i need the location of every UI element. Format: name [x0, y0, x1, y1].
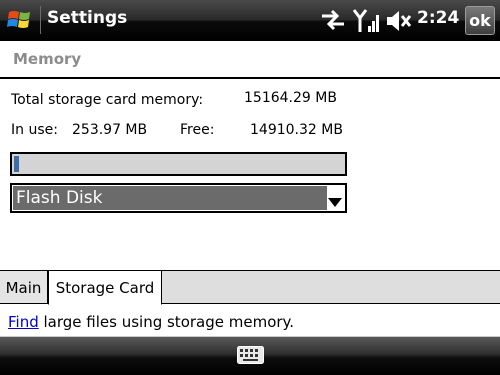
tab-main[interactable]: Main	[0, 270, 48, 304]
find-files-line: Find large files using storage memory.	[8, 313, 294, 331]
window-title: Settings	[47, 8, 128, 28]
storage-select-value: Flash Disk	[13, 186, 327, 210]
page-title: Memory	[13, 50, 82, 68]
speaker-icon[interactable]	[384, 8, 412, 38]
storage-select[interactable]: Flash Disk	[10, 183, 347, 213]
in-use-label: In use:	[11, 122, 58, 138]
tab-storage-card[interactable]: Storage Card	[48, 270, 162, 305]
dropdown-arrow-icon[interactable]	[328, 193, 342, 212]
find-description: large files using storage memory.	[38, 313, 295, 331]
soft-key-bar	[0, 337, 500, 375]
connectivity-icon[interactable]	[320, 8, 346, 36]
title-bar: Settings 2:24 ok	[0, 0, 500, 41]
clock[interactable]: 2:24	[417, 8, 459, 28]
free-label: Free:	[180, 122, 215, 138]
ok-button[interactable]: ok	[465, 6, 495, 35]
total-memory-label: Total storage card memory:	[11, 92, 204, 108]
header-divider	[0, 77, 500, 79]
windows-start-icon[interactable]	[3, 3, 37, 37]
signal-strength-icon[interactable]	[352, 8, 380, 38]
title-separator	[40, 6, 41, 34]
find-link[interactable]: Find	[8, 313, 39, 331]
memory-usage-bar	[10, 152, 347, 176]
in-use-value: 253.97 MB	[72, 122, 148, 138]
total-memory-value: 15164.29 MB	[244, 90, 337, 106]
free-value: 14910.32 MB	[250, 122, 343, 138]
keyboard-icon[interactable]	[237, 346, 264, 364]
tab-bar: Main Storage Card	[0, 270, 500, 305]
memory-usage-fill	[14, 156, 19, 172]
